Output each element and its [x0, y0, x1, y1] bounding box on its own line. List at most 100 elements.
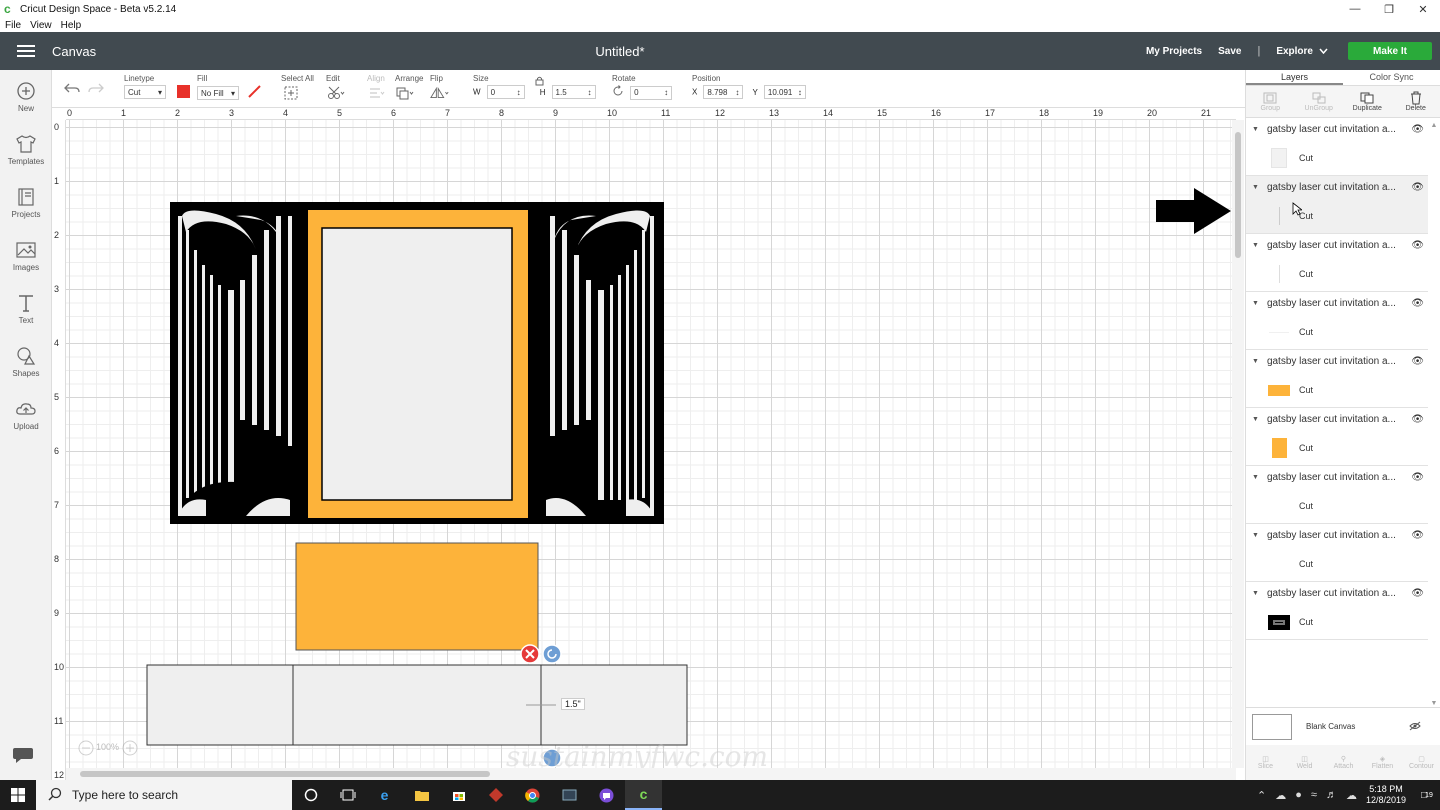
- eye-icon[interactable]: 👁: [1410, 472, 1424, 483]
- tab-layers[interactable]: Layers: [1246, 70, 1343, 85]
- sidebar-item-text[interactable]: Text: [0, 282, 52, 335]
- light-inner-panel[interactable]: [321, 227, 513, 501]
- eye-icon[interactable]: 👁: [1410, 356, 1424, 367]
- tab-color-sync[interactable]: Color Sync: [1343, 70, 1440, 85]
- collapse-triangle-icon[interactable]: ▼: [1252, 474, 1259, 481]
- y-position-input[interactable]: 10.091 ↕: [763, 85, 806, 99]
- linetype-color-swatch[interactable]: [177, 85, 191, 99]
- volume-icon[interactable]: ♬: [1326, 789, 1337, 801]
- layer-item[interactable]: ▼ gatsby laser cut invitation a... 👁 Cut: [1246, 176, 1428, 234]
- canvas-vertical-scrollbar[interactable]: [1232, 120, 1244, 768]
- cricut-taskbar-icon[interactable]: c: [625, 780, 662, 810]
- arrange-icon[interactable]: [395, 85, 415, 101]
- sidebar-item-templates[interactable]: Templates: [0, 123, 52, 176]
- menu-file[interactable]: File: [5, 20, 21, 31]
- flatten-button[interactable]: ◈ Flatten: [1363, 745, 1402, 780]
- app-icon-chat[interactable]: [588, 780, 625, 810]
- taskbar-search-box[interactable]: Type here to search: [36, 780, 292, 810]
- windows-start-icon[interactable]: [0, 788, 36, 802]
- rotate-input[interactable]: 0 ↕: [630, 85, 673, 100]
- notifications-icon[interactable]: □ 19: [1414, 785, 1440, 805]
- attach-button[interactable]: ⚲ Attach: [1324, 745, 1363, 780]
- collapse-triangle-icon[interactable]: ▼: [1252, 416, 1259, 423]
- blank-canvas-row[interactable]: Blank Canvas: [1246, 707, 1440, 745]
- layer-item[interactable]: ▼ gatsby laser cut invitation a... 👁 Cut: [1246, 292, 1428, 350]
- make-it-button[interactable]: Make It: [1348, 42, 1432, 60]
- canvas-horizontal-scrollbar[interactable]: [66, 768, 1236, 780]
- cloud-sync-icon[interactable]: ☁: [1346, 789, 1357, 802]
- cortana-icon[interactable]: [292, 780, 329, 810]
- layer-item[interactable]: ▼ gatsby laser cut invitation a... 👁 Cut: [1246, 118, 1428, 176]
- explore-dropdown[interactable]: Explore: [1276, 46, 1328, 57]
- collapse-triangle-icon[interactable]: ▼: [1252, 242, 1259, 249]
- taskbar-clock[interactable]: 5:18 PM 12/8/2019: [1366, 784, 1406, 806]
- sidebar-item-images[interactable]: Images: [0, 229, 52, 282]
- x-position-input[interactable]: 8.798 ↕: [703, 85, 744, 99]
- layer-item[interactable]: ▼ gatsby laser cut invitation a... 👁 Cut: [1246, 234, 1428, 292]
- sidebar-item-upload[interactable]: Upload: [0, 388, 52, 441]
- contour-button[interactable]: ▢ Contour: [1402, 745, 1440, 780]
- restore-button[interactable]: ❐: [1372, 0, 1406, 18]
- slice-button[interactable]: ◫ Slice: [1246, 745, 1285, 780]
- layer-item[interactable]: ▼ gatsby laser cut invitation a... 👁 Cut: [1246, 350, 1428, 408]
- delete-button[interactable]: Delete: [1392, 86, 1440, 117]
- app-icon-red-diamond[interactable]: [477, 780, 514, 810]
- onedrive-icon[interactable]: ☁: [1275, 789, 1286, 802]
- tray-chevron-icon[interactable]: ⌃: [1257, 789, 1266, 802]
- eye-icon[interactable]: 👁: [1410, 240, 1424, 251]
- envelope-panels[interactable]: [146, 664, 688, 746]
- collapse-triangle-icon[interactable]: ▼: [1252, 184, 1259, 191]
- sidebar-item-shapes[interactable]: Shapes: [0, 335, 52, 388]
- width-input[interactable]: 0 ↕: [486, 85, 525, 99]
- weld-button[interactable]: ◫ Weld: [1285, 745, 1324, 780]
- linetype-select[interactable]: Cut ▾: [124, 85, 166, 99]
- layer-item[interactable]: ▼ gatsby laser cut invitation a... 👁 Cut: [1246, 582, 1428, 640]
- eye-icon[interactable]: 👁: [1410, 124, 1424, 135]
- layer-item[interactable]: ▼ gatsby laser cut invitation a... 👁 Cut: [1246, 408, 1428, 466]
- collapse-triangle-icon[interactable]: ▼: [1252, 532, 1259, 539]
- ungroup-button[interactable]: UnGroup: [1295, 86, 1344, 117]
- sidebar-item-new[interactable]: New: [0, 70, 52, 123]
- collapse-triangle-icon[interactable]: ▼: [1252, 590, 1259, 597]
- eye-hidden-icon[interactable]: [1409, 721, 1421, 734]
- orange-card[interactable]: [295, 542, 539, 651]
- file-explorer-icon[interactable]: [403, 780, 440, 810]
- task-view-icon[interactable]: [329, 780, 366, 810]
- edge-browser-icon[interactable]: e: [366, 780, 403, 810]
- lock-icon[interactable]: [535, 76, 544, 89]
- redo-icon[interactable]: [88, 82, 104, 97]
- eye-icon[interactable]: 👁: [1410, 530, 1424, 541]
- rotate-handle-icon[interactable]: [542, 644, 562, 664]
- eye-icon[interactable]: 👁: [1410, 182, 1424, 193]
- fill-select[interactable]: No Fill ▾: [197, 86, 239, 101]
- app-icon-window[interactable]: [551, 780, 588, 810]
- group-button[interactable]: Group: [1246, 86, 1295, 117]
- layer-item[interactable]: ▼ gatsby laser cut invitation a... 👁 Cut: [1246, 466, 1428, 524]
- height-input[interactable]: 1.5 ↕: [551, 85, 596, 99]
- my-projects-link[interactable]: My Projects: [1146, 46, 1202, 57]
- scissors-icon[interactable]: [326, 85, 346, 101]
- eye-icon[interactable]: 👁: [1410, 414, 1424, 425]
- chat-icon[interactable]: [12, 745, 34, 768]
- eye-icon[interactable]: 👁: [1410, 588, 1424, 599]
- chrome-icon[interactable]: [514, 780, 551, 810]
- collapse-triangle-icon[interactable]: ▼: [1252, 126, 1259, 133]
- store-icon[interactable]: [440, 780, 477, 810]
- wifi-icon[interactable]: ≈: [1311, 789, 1317, 801]
- collapse-triangle-icon[interactable]: ▼: [1252, 300, 1259, 307]
- menu-help[interactable]: Help: [61, 20, 82, 31]
- menu-view[interactable]: View: [30, 20, 52, 31]
- save-button[interactable]: Save: [1218, 46, 1241, 57]
- design-canvas[interactable]: 1.5" 100% sustainmyfwc.com: [66, 120, 1236, 768]
- undo-icon[interactable]: [64, 82, 80, 97]
- layer-item[interactable]: ▼ gatsby laser cut invitation a... 👁 Cut: [1246, 524, 1428, 582]
- collapse-triangle-icon[interactable]: ▼: [1252, 358, 1259, 365]
- eye-icon[interactable]: 👁: [1410, 298, 1424, 309]
- microphone-icon[interactable]: ●: [1295, 789, 1302, 801]
- gatsby-black-frame[interactable]: [170, 202, 664, 524]
- sidebar-item-projects[interactable]: Projects: [0, 176, 52, 229]
- flip-icon[interactable]: [430, 85, 450, 101]
- select-all-icon[interactable]: [281, 85, 301, 101]
- no-fill-swatch-icon[interactable]: [248, 85, 261, 101]
- close-window-button[interactable]: ✕: [1406, 0, 1440, 18]
